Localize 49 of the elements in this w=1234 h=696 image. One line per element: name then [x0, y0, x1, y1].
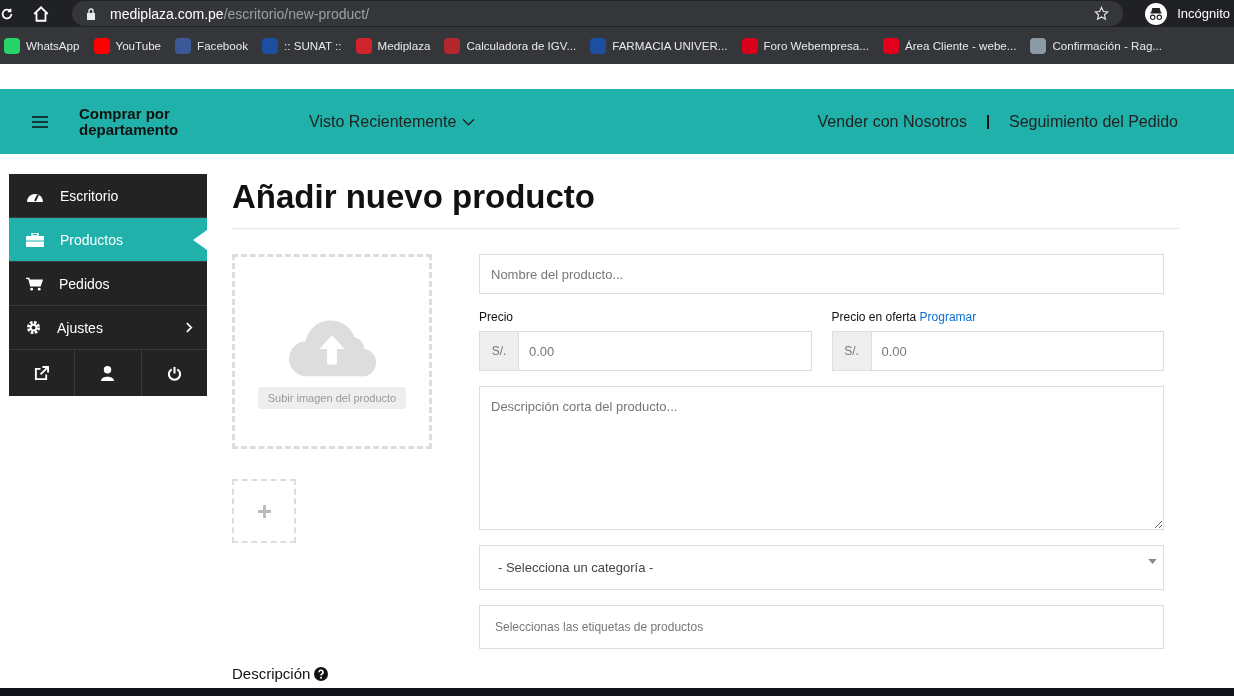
lock-icon: [86, 7, 96, 20]
home-icon[interactable]: [32, 4, 50, 23]
currency-label: S/.: [480, 332, 519, 370]
short-description-field[interactable]: Descripción corta del producto...: [479, 386, 1164, 530]
price-label: Precio: [479, 310, 514, 324]
bookmark[interactable]: Mediplaza: [355, 37, 431, 54]
description-label: Descripción: [232, 665, 311, 682]
category-select[interactable]: - Selecciona un categoría -: [479, 545, 1164, 590]
help-icon: [314, 666, 329, 681]
sale-price-label: Precio en oferta: [831, 310, 917, 324]
bookmark[interactable]: Calculadora de IGV...: [444, 37, 577, 54]
currency-label: S/.: [832, 332, 872, 370]
active-indicator: [193, 230, 207, 250]
briefcase-icon: [26, 232, 44, 247]
address-bar[interactable]: mediplaza.com.pe/escritorio/new-product/: [72, 1, 1124, 26]
gear-icon: [26, 320, 41, 335]
chevron-down-icon: [462, 117, 476, 126]
header-link[interactable]: Seguimiento del Pedido: [1009, 112, 1178, 131]
tags-field[interactable]: Seleccionas las etiquetas de productos: [479, 605, 1164, 649]
bookmark[interactable]: Confirmación - Rag...: [1030, 37, 1162, 54]
schedule-link[interactable]: Programar: [919, 310, 977, 324]
bookmark[interactable]: Facebook: [175, 37, 248, 54]
department-menu[interactable]: Comprar por departamento: [79, 105, 219, 138]
recent-dropdown[interactable]: Visto Recientemente: [309, 112, 476, 131]
product-name-field[interactable]: Nombre del producto...: [479, 254, 1164, 294]
user-icon: [101, 365, 115, 381]
sidebar-item[interactable]: Pedidos: [9, 262, 207, 306]
caret-icon: [1148, 559, 1157, 564]
star-icon[interactable]: [1094, 6, 1110, 21]
power-icon: [166, 365, 182, 381]
bookmark[interactable]: :: SUNAT ::: [262, 37, 342, 54]
bookmark[interactable]: WhatsApp: [4, 37, 80, 54]
bookmark[interactable]: YouTube: [93, 37, 162, 54]
cart-icon: [26, 276, 43, 291]
bookmark[interactable]: FARMACIA UNIVER...: [590, 37, 728, 54]
profile-label[interactable]: Incógnito: [1177, 6, 1230, 21]
header-link[interactable]: Vender con Nosotros: [817, 112, 967, 131]
plus-icon: [257, 504, 271, 518]
external-link-icon: [34, 365, 50, 381]
sidebar-item[interactable]: Ajustes: [9, 306, 207, 350]
bookmark[interactable]: Área Cliente - webe...: [883, 37, 1017, 54]
page-title: Añadir nuevo producto: [232, 174, 1179, 229]
sale-price-field[interactable]: S/. 0.00: [831, 331, 1164, 371]
reload-icon[interactable]: [0, 6, 14, 21]
bookmark[interactable]: Foro Webempresa...: [741, 37, 869, 54]
menu-icon[interactable]: [32, 115, 48, 128]
url-text: mediplaza.com.pe/escritorio/new-product/: [110, 5, 371, 22]
incognito-icon[interactable]: [1145, 2, 1168, 25]
price-field[interactable]: S/. 0.00: [479, 331, 812, 371]
